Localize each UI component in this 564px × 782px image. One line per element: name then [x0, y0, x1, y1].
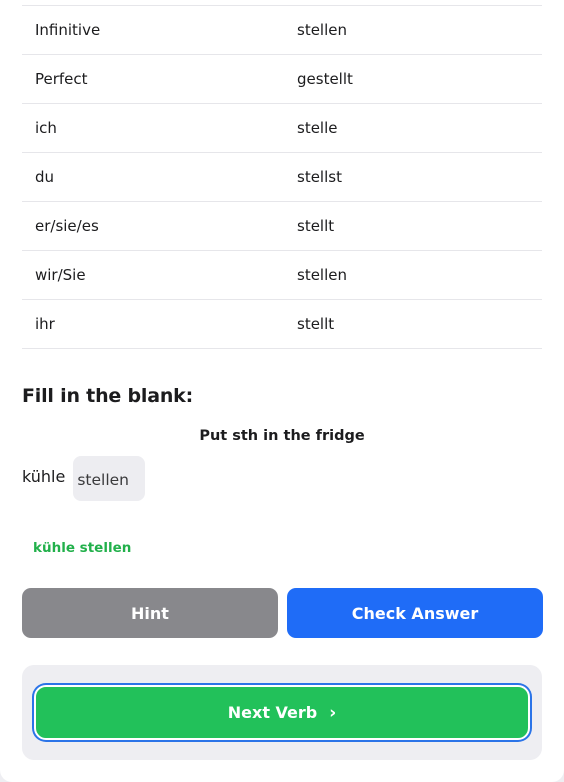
form-value: stellt [297, 217, 335, 235]
form-value: stellst [297, 168, 342, 186]
form-label: ich [35, 119, 57, 137]
table-row: ich stelle [22, 104, 542, 153]
table-row: Infinitive stellen [22, 6, 542, 55]
sentence-prefix: kühle [22, 467, 66, 486]
exercise-title: Fill in the blank: [22, 385, 193, 407]
table-row: du stellst [22, 153, 542, 202]
next-verb-button[interactable]: Next Verb › [34, 685, 530, 740]
fill-in-sentence: kühle [22, 456, 146, 501]
table-row: er/sie/es stellt [22, 202, 542, 251]
table-row: Perfect gestellt [22, 55, 542, 104]
hint-button[interactable]: Hint [22, 588, 278, 638]
form-label: Infinitive [35, 21, 101, 39]
form-value: stellen [297, 266, 347, 284]
form-value: stelle [297, 119, 338, 137]
table-row: wir/Sie stellen [22, 251, 542, 300]
form-label: wir/Sie [35, 266, 86, 284]
form-label: er/sie/es [35, 217, 99, 235]
form-value: stellt [297, 315, 335, 333]
answer-feedback: kühle stellen [33, 540, 132, 556]
table-row: ihr stellt [22, 300, 542, 349]
exercise-prompt: Put sth in the fridge [199, 428, 365, 444]
answer-input[interactable] [73, 456, 146, 501]
chevron-right-icon: › [329, 702, 337, 723]
form-label: Perfect [35, 70, 88, 88]
form-label: ihr [35, 315, 55, 333]
form-value: gestellt [297, 70, 353, 88]
next-verb-label: Next Verb [227, 703, 318, 722]
form-label: du [35, 168, 55, 186]
next-verb-panel: Next Verb › [22, 665, 542, 760]
verb-card: Infinitive stellen Perfect gestellt ich … [0, 0, 564, 782]
conjugation-table: Infinitive stellen Perfect gestellt ich … [22, 5, 542, 349]
form-value: stellen [297, 21, 347, 39]
check-answer-button[interactable]: Check Answer [287, 588, 543, 638]
